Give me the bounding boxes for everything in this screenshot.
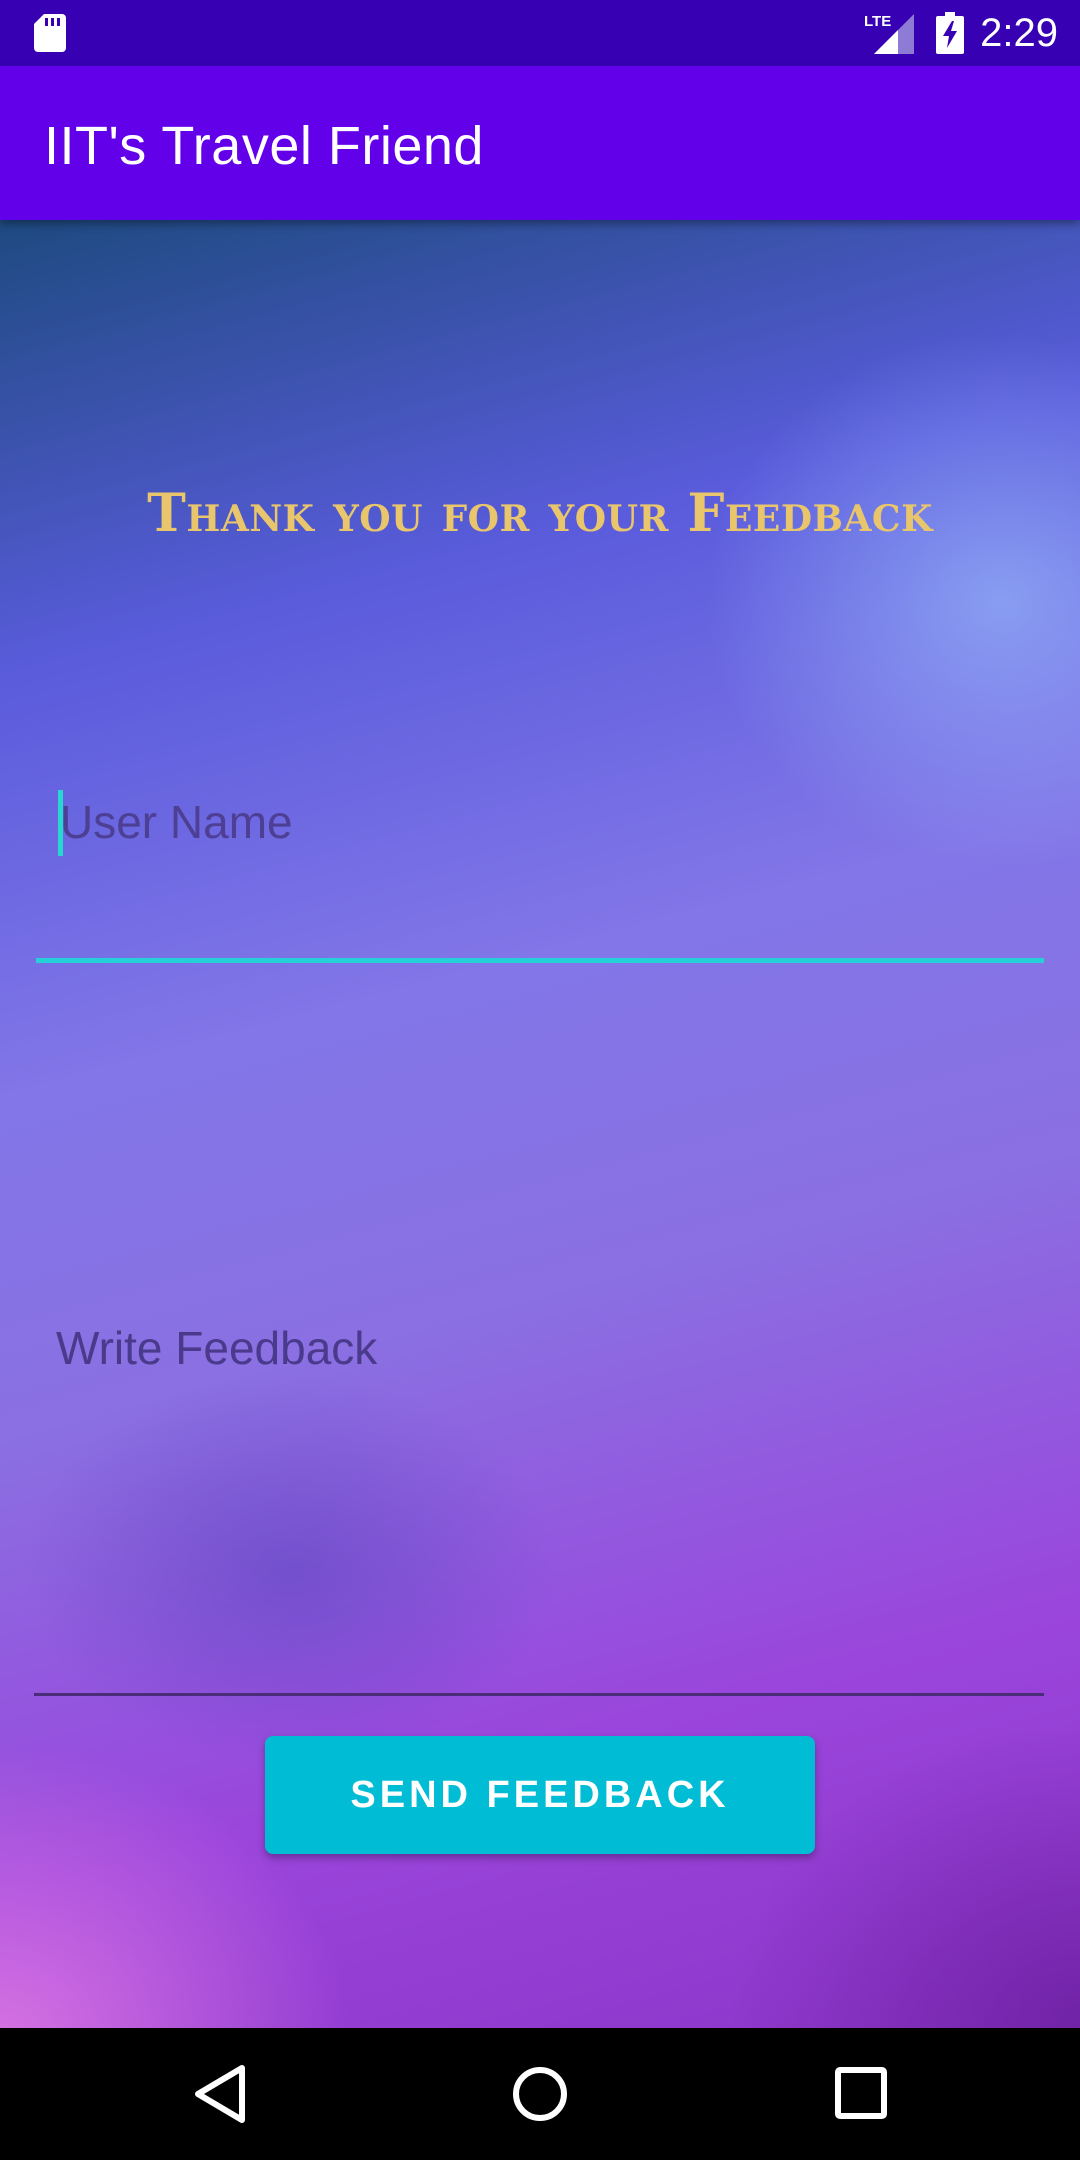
user-name-input[interactable]: User Name xyxy=(36,760,1044,966)
sd-card-icon xyxy=(34,14,66,52)
user-name-underline xyxy=(36,958,1044,963)
feedback-placeholder: Write Feedback xyxy=(56,1322,378,1374)
app-bar: IIT's Travel Friend xyxy=(0,66,1080,220)
send-feedback-button[interactable]: SEND FEEDBACK xyxy=(265,1736,815,1854)
recents-icon[interactable] xyxy=(834,2066,888,2120)
thank-you-heading: Thank you for your Feedback xyxy=(147,483,933,544)
home-icon[interactable] xyxy=(510,2064,570,2124)
app-title: IIT's Travel Friend xyxy=(44,116,484,176)
lte-label: LTE xyxy=(864,13,891,30)
status-bar: LTE 2:29 xyxy=(0,0,1080,66)
back-icon[interactable] xyxy=(192,2064,248,2124)
feedback-input[interactable]: Write Feedback xyxy=(36,1300,1044,1700)
status-clock: 2:29 xyxy=(980,11,1058,55)
user-name-placeholder: User Name xyxy=(60,796,293,848)
navigation-bar xyxy=(0,2028,1080,2160)
feedback-underline xyxy=(34,1693,1044,1696)
lte-signal-icon: LTE xyxy=(864,13,914,54)
battery-charging-icon xyxy=(936,12,964,54)
